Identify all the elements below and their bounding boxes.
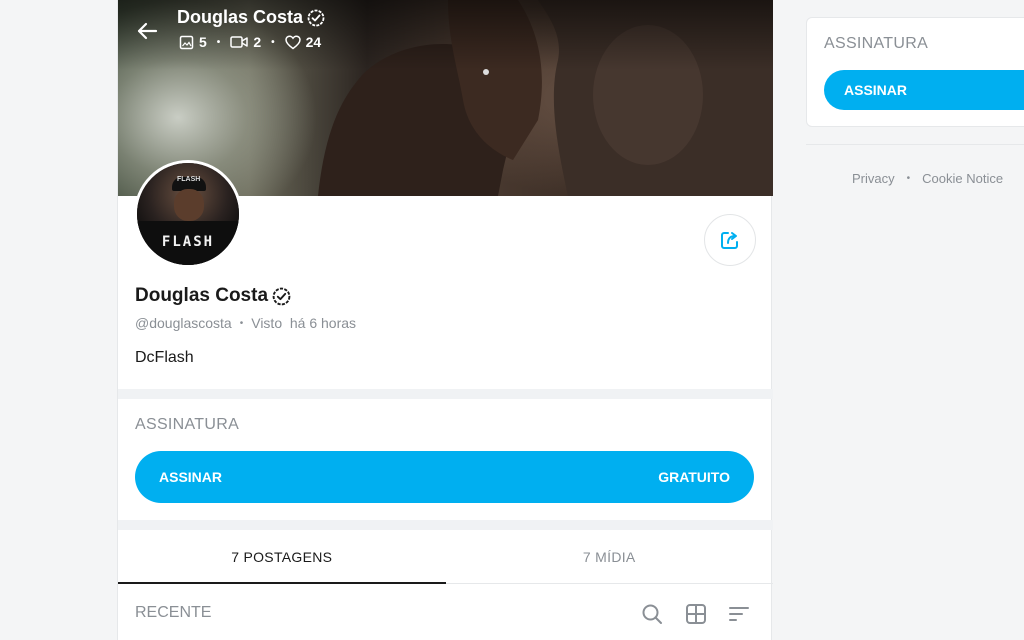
- likes-stat: 24: [284, 34, 322, 50]
- avatar-shirt-text: FLASH: [161, 234, 215, 250]
- subscribe-label: ASSINAR: [159, 469, 223, 485]
- subscribe-button[interactable]: ASSINAR GRATUITO: [135, 451, 754, 503]
- video-icon: [230, 36, 249, 48]
- last-seen: Visto há 6 horas: [251, 315, 357, 331]
- sort-button[interactable]: [727, 602, 751, 626]
- cover-header: Douglas Costa 5 • 2 • 24: [118, 0, 773, 64]
- verified-icon: [272, 287, 291, 305]
- section-divider: [118, 389, 773, 399]
- heart-icon: [284, 34, 301, 49]
- section-divider: [118, 520, 773, 530]
- avatar[interactable]: FLASH FLASH: [134, 160, 242, 268]
- profile-meta: @douglascosta • Visto há 6 horas: [135, 315, 356, 331]
- sidebar-subscription-title: ASSINATURA: [824, 35, 929, 52]
- arrow-left-icon: [137, 22, 158, 40]
- subscribe-price: GRATUITO: [658, 469, 730, 485]
- header-stats: 5 • 2 • 24: [179, 34, 321, 50]
- videos-count: 2: [253, 34, 262, 50]
- back-button[interactable]: [136, 20, 158, 42]
- share-icon: [721, 232, 738, 249]
- content-tabs: 7 POSTAGENS 7 MÍDIA: [118, 531, 773, 584]
- grid-view-button[interactable]: [684, 602, 708, 626]
- subscription-title: ASSINATURA: [135, 416, 240, 433]
- tab-posts[interactable]: 7 POSTAGENS: [118, 531, 446, 584]
- stat-separator: •: [216, 36, 221, 48]
- sidebar-subscribe-button[interactable]: ASSINAR: [824, 70, 1024, 110]
- profile-bio: DcFlash: [135, 349, 194, 366]
- tab-posts-label: 7 POSTAGENS: [231, 549, 333, 565]
- sort-label: RECENTE: [135, 604, 212, 621]
- grid-icon: [686, 604, 706, 624]
- meta-separator: •: [239, 317, 244, 329]
- footer-separator: •: [906, 173, 911, 184]
- share-button[interactable]: [704, 214, 756, 266]
- sidebar-divider: [806, 144, 1024, 145]
- photos-stat: 5: [179, 34, 207, 50]
- likes-count: 24: [305, 34, 322, 50]
- profile-handle[interactable]: @douglascosta: [135, 315, 232, 331]
- header-name: Douglas Costa: [177, 7, 325, 28]
- avatar-cap-text: FLASH: [177, 176, 201, 183]
- stat-separator: •: [271, 36, 275, 48]
- search-icon: [642, 604, 662, 624]
- search-button[interactable]: [640, 602, 664, 626]
- tab-media[interactable]: 7 MÍDIA: [446, 531, 774, 583]
- profile-name: Douglas Costa: [135, 285, 291, 307]
- photos-count: 5: [199, 34, 207, 50]
- feed-filter-row: RECENTE: [118, 585, 773, 640]
- footer-links: Privacy • Cookie Notice: [852, 171, 1003, 187]
- profile-column: Douglas Costa 5 • 2 • 24 FLASH FLASH Dou…: [117, 0, 773, 640]
- profile-name-text: Douglas Costa: [135, 285, 269, 306]
- sort-icon: [729, 607, 749, 621]
- header-name-text: Douglas Costa: [177, 7, 304, 27]
- privacy-link[interactable]: Privacy: [852, 171, 895, 187]
- sidebar-subscription-card: ASSINATURA ASSINAR: [806, 17, 1024, 127]
- verified-icon: [307, 9, 325, 26]
- tab-media-label: 7 MÍDIA: [582, 549, 636, 565]
- videos-stat: 2: [230, 34, 261, 50]
- cookie-notice-link[interactable]: Cookie Notice: [922, 171, 1003, 187]
- avatar-face: [174, 189, 204, 221]
- image-icon: [179, 35, 194, 49]
